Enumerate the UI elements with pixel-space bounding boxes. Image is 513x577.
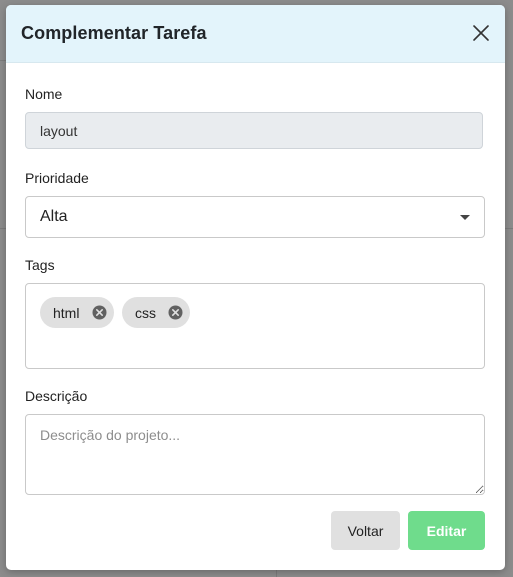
tags-input[interactable]: html css: [25, 283, 485, 369]
back-button[interactable]: Voltar: [331, 511, 400, 550]
priority-label: Prioridade: [25, 170, 89, 186]
caret-down-icon: [460, 215, 470, 220]
tag-chip-label: html: [53, 304, 80, 321]
description-textarea[interactable]: [25, 414, 485, 495]
close-icon: [471, 23, 491, 43]
priority-select[interactable]: Alta: [25, 196, 485, 238]
modal-header: Complementar Tarefa: [6, 5, 505, 63]
cancel-circle-icon[interactable]: [92, 305, 107, 320]
backdrop-divider: [505, 228, 513, 229]
tag-chip-html: html: [40, 297, 114, 328]
name-label: Nome: [25, 86, 63, 102]
complement-task-modal: Complementar Tarefa Nome Prioridade Alta…: [6, 5, 505, 570]
close-button[interactable]: [471, 23, 491, 43]
tag-chip-label: css: [135, 304, 156, 321]
edit-button[interactable]: Editar: [408, 511, 485, 550]
description-label: Descrição: [25, 388, 88, 404]
name-input[interactable]: [25, 112, 483, 149]
tag-chip-css: css: [122, 297, 190, 328]
tags-label: Tags: [25, 257, 55, 273]
backdrop-divider: [276, 570, 277, 577]
modal-title: Complementar Tarefa: [21, 23, 207, 43]
priority-selected-value: Alta: [40, 208, 68, 225]
cancel-circle-icon[interactable]: [168, 305, 183, 320]
